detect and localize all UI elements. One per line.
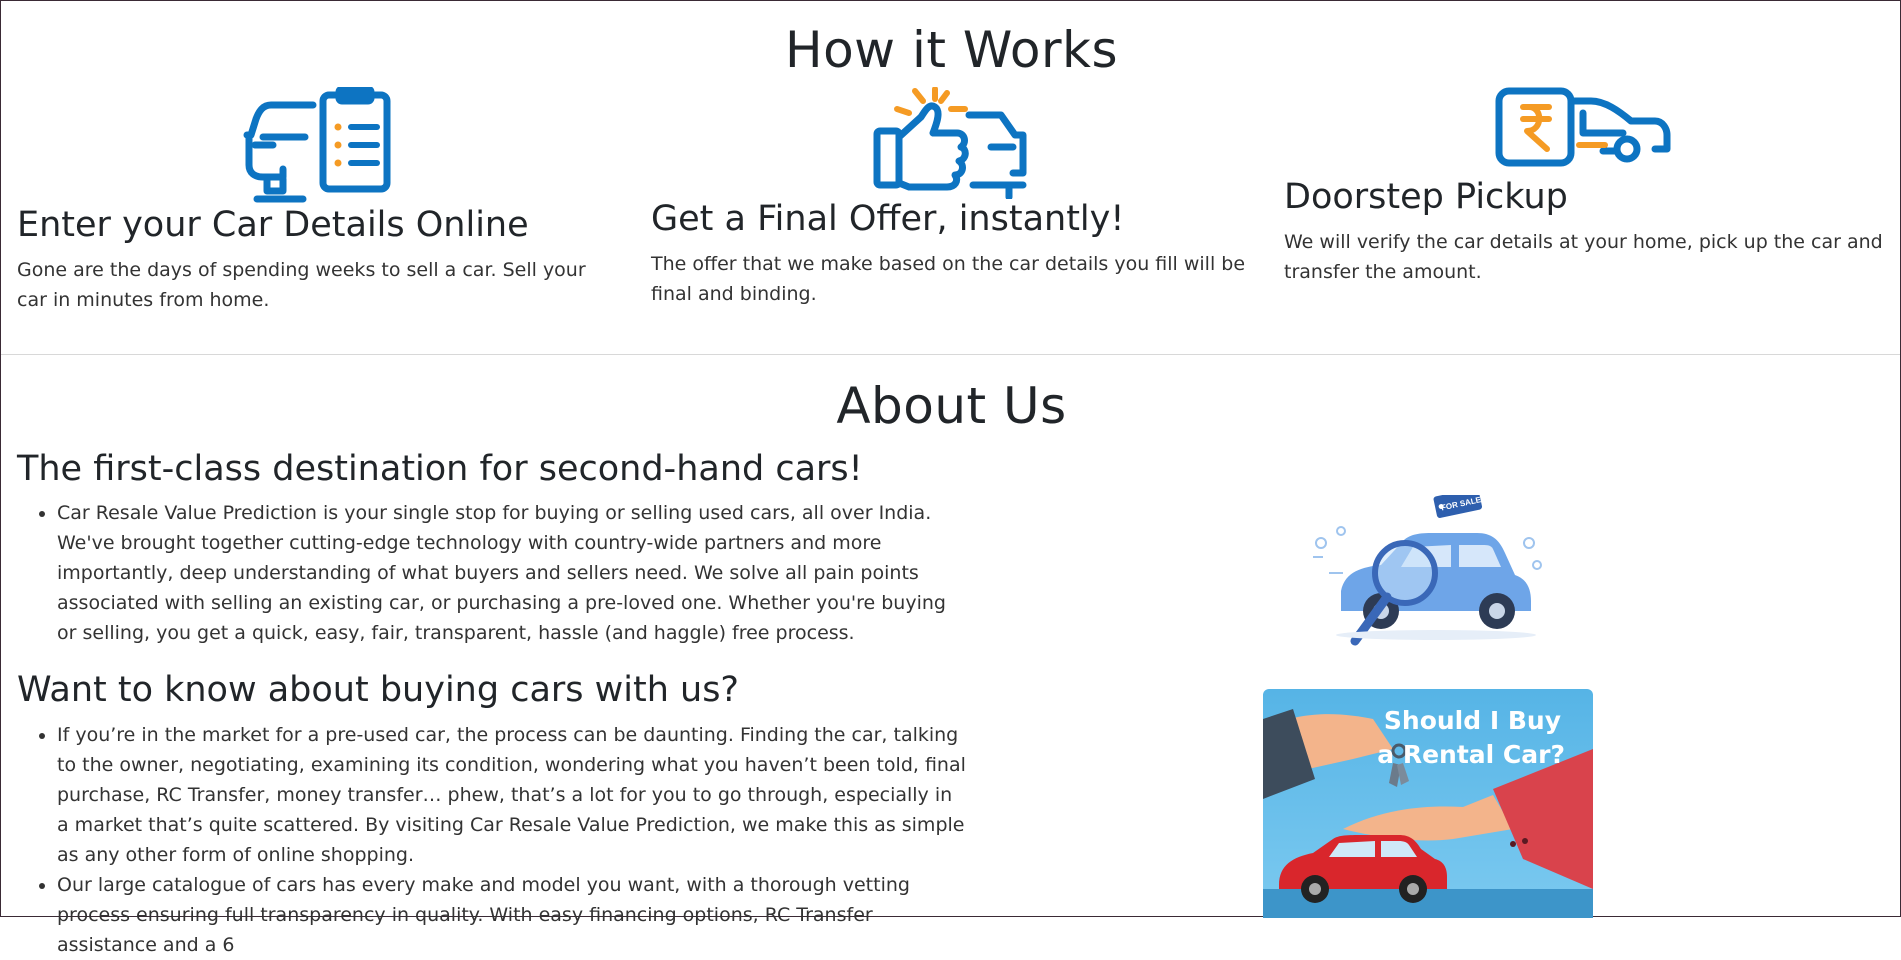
step-1-text: Gone are the days of spending weeks to s…	[17, 259, 586, 311]
rupee-car-icon	[1495, 87, 1671, 167]
car-for-sale-image: FOR SALE	[1313, 495, 1542, 646]
step-3-text: We will verify the car details at your h…	[1284, 231, 1883, 283]
step-2-title: Get a Final Offer, instantly!	[651, 199, 1125, 239]
buying-heading: Want to know about buying cars with us?	[17, 670, 740, 710]
list-item: Our large catalogue of cars has every ma…	[57, 870, 967, 960]
step-2-text: The offer that we make based on the car …	[651, 253, 1246, 305]
rental-title-line-1: Should I Buy	[1383, 706, 1561, 735]
buying-list: If you’re in the market for a pre-used c…	[17, 720, 967, 960]
thumbs-up-car-icon	[873, 87, 1027, 199]
step-1-title: Enter your Car Details Online	[17, 205, 529, 245]
list-item: If you’re in the market for a pre-used c…	[57, 720, 967, 870]
destination-heading: The first-class destination for second-h…	[17, 449, 863, 489]
car-checklist-icon	[243, 87, 391, 203]
about-us-heading: About Us	[836, 377, 1067, 435]
destination-list: Car Resale Value Prediction is your sing…	[17, 498, 957, 648]
rental-title-line-2: a Rental Car?	[1377, 740, 1565, 769]
step-3-title: Doorstep Pickup	[1284, 177, 1568, 217]
section-divider	[1, 354, 1900, 355]
list-item: Car Resale Value Prediction is your sing…	[57, 498, 957, 648]
rental-car-image: Should I Buy a Rental Car?	[1263, 689, 1593, 918]
how-it-works-heading: How it Works	[784, 21, 1119, 79]
